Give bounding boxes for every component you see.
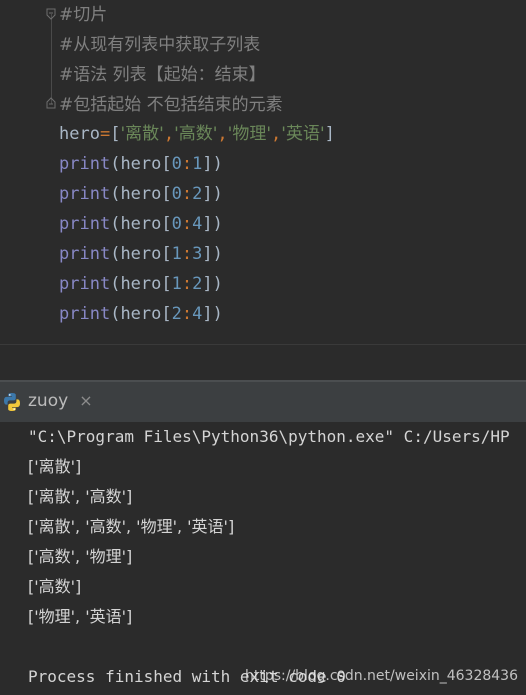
string-literal: '英语' xyxy=(281,124,325,144)
console-output-line: ['离散', '高数'] xyxy=(28,487,133,506)
variable-name: hero xyxy=(120,304,162,324)
bracket-open: [ xyxy=(161,304,172,324)
run-console[interactable]: "C:\Program Files\Python36\python.exe" C… xyxy=(0,422,526,695)
print-statement-line: print(hero[0:2]) xyxy=(59,179,223,209)
slice-end: 4 xyxy=(192,214,203,234)
print-statement-line: print(hero[0:1]) xyxy=(59,149,223,179)
bracket-close: ] xyxy=(202,184,213,204)
console-output-line: ['高数'] xyxy=(28,577,82,596)
console-output-line: ['离散', '高数', '物理', '英语'] xyxy=(28,517,235,536)
function-name: print xyxy=(59,184,111,204)
bracket-close: ] xyxy=(202,214,213,234)
code-editor[interactable]: #切片 #从现有列表中获取子列表 #语法 列表【起始：结束】 #包括起始 不包括… xyxy=(0,0,526,344)
paren-open: ( xyxy=(110,214,121,234)
paren-close: ) xyxy=(212,274,223,294)
console-command-line: "C:\Program Files\Python36\python.exe" C… xyxy=(28,427,510,446)
slice-start: 1 xyxy=(171,244,182,264)
paren-open: ( xyxy=(110,274,121,294)
fold-start-icon[interactable] xyxy=(46,8,56,20)
panel-divider[interactable] xyxy=(0,380,526,382)
variable-name: hero xyxy=(120,214,162,234)
splitter-gap[interactable] xyxy=(0,345,526,380)
paren-open: ( xyxy=(110,304,121,324)
fold-end-icon[interactable] xyxy=(46,97,56,109)
slice-end: 4 xyxy=(192,304,203,324)
paren-close: ) xyxy=(212,184,223,204)
slice-end: 2 xyxy=(192,274,203,294)
string-literal: '物理' xyxy=(227,124,272,144)
function-name: print xyxy=(59,304,111,324)
function-name: print xyxy=(59,154,111,174)
comment-line: #语法 列表【起始：结束】 xyxy=(59,65,266,85)
slice-end: 3 xyxy=(192,244,203,264)
variable-name: hero xyxy=(120,244,162,264)
slice-start: 0 xyxy=(171,214,182,234)
slice-colon: : xyxy=(181,274,193,294)
comma: , xyxy=(217,124,228,144)
assignment-line: hero=['离散','高数','物理','英语'] xyxy=(59,119,335,149)
comment-line: #从现有列表中获取子列表 xyxy=(59,35,261,55)
comma: , xyxy=(271,124,282,144)
bracket-open: [ xyxy=(161,154,172,174)
fold-guide-line xyxy=(51,14,52,104)
paren-close: ) xyxy=(212,214,223,234)
bracket-open: [ xyxy=(161,184,172,204)
paren-close: ) xyxy=(212,154,223,174)
variable-name: hero xyxy=(59,124,100,144)
slice-end: 2 xyxy=(192,184,203,204)
slice-end: 1 xyxy=(192,154,203,174)
slice-colon: : xyxy=(181,304,193,324)
string-literal: '高数' xyxy=(174,124,218,144)
comma: , xyxy=(163,124,175,144)
bracket-open: [ xyxy=(161,214,172,234)
paren-open: ( xyxy=(110,154,121,174)
print-statement-line: print(hero[0:4]) xyxy=(59,209,223,239)
console-output-line: ['高数', '物理'] xyxy=(28,547,133,566)
close-icon[interactable]: × xyxy=(78,393,94,409)
slice-start: 2 xyxy=(171,304,182,324)
string-literal: '离散' xyxy=(120,124,164,144)
bracket-open: [ xyxy=(110,124,121,144)
console-output-line: ['物理', '英语'] xyxy=(28,607,133,626)
variable-name: hero xyxy=(120,274,162,294)
function-name: print xyxy=(59,244,111,264)
slice-colon: : xyxy=(181,244,193,264)
slice-colon: : xyxy=(181,154,193,174)
paren-close: ) xyxy=(212,244,223,264)
paren-open: ( xyxy=(110,184,121,204)
comment-line: #包括起始 不包括结束的元素 xyxy=(59,95,283,115)
print-statement-line: print(hero[2:4]) xyxy=(59,299,223,329)
slice-colon: : xyxy=(181,184,193,204)
console-output-line: ['离散'] xyxy=(28,457,82,476)
bracket-open: [ xyxy=(161,244,172,264)
print-statement-line: print(hero[1:2]) xyxy=(59,269,223,299)
bracket-open: [ xyxy=(161,274,172,294)
slice-start: 1 xyxy=(171,274,182,294)
function-name: print xyxy=(59,274,111,294)
bracket-close: ] xyxy=(202,244,213,264)
print-statement-line: print(hero[1:3]) xyxy=(59,239,223,269)
python-icon xyxy=(2,392,22,412)
variable-name: hero xyxy=(120,184,162,204)
slice-colon: : xyxy=(181,214,193,234)
slice-start: 0 xyxy=(171,184,182,204)
bracket-close: ] xyxy=(202,154,213,174)
slice-start: 0 xyxy=(171,154,182,174)
function-name: print xyxy=(59,214,111,234)
bracket-close: ] xyxy=(202,274,213,294)
bracket-close: ] xyxy=(202,304,213,324)
run-panel-header: zuoy × xyxy=(0,380,526,422)
run-tab-label[interactable]: zuoy xyxy=(28,390,68,412)
assign-operator: = xyxy=(99,124,111,144)
comment-line: #切片 xyxy=(59,5,108,25)
variable-name: hero xyxy=(120,154,162,174)
paren-open: ( xyxy=(110,244,121,264)
bracket-close: ] xyxy=(324,124,335,144)
watermark: https://blog.csdn.net/weixin_46328436 xyxy=(244,668,518,684)
paren-close: ) xyxy=(212,304,223,324)
